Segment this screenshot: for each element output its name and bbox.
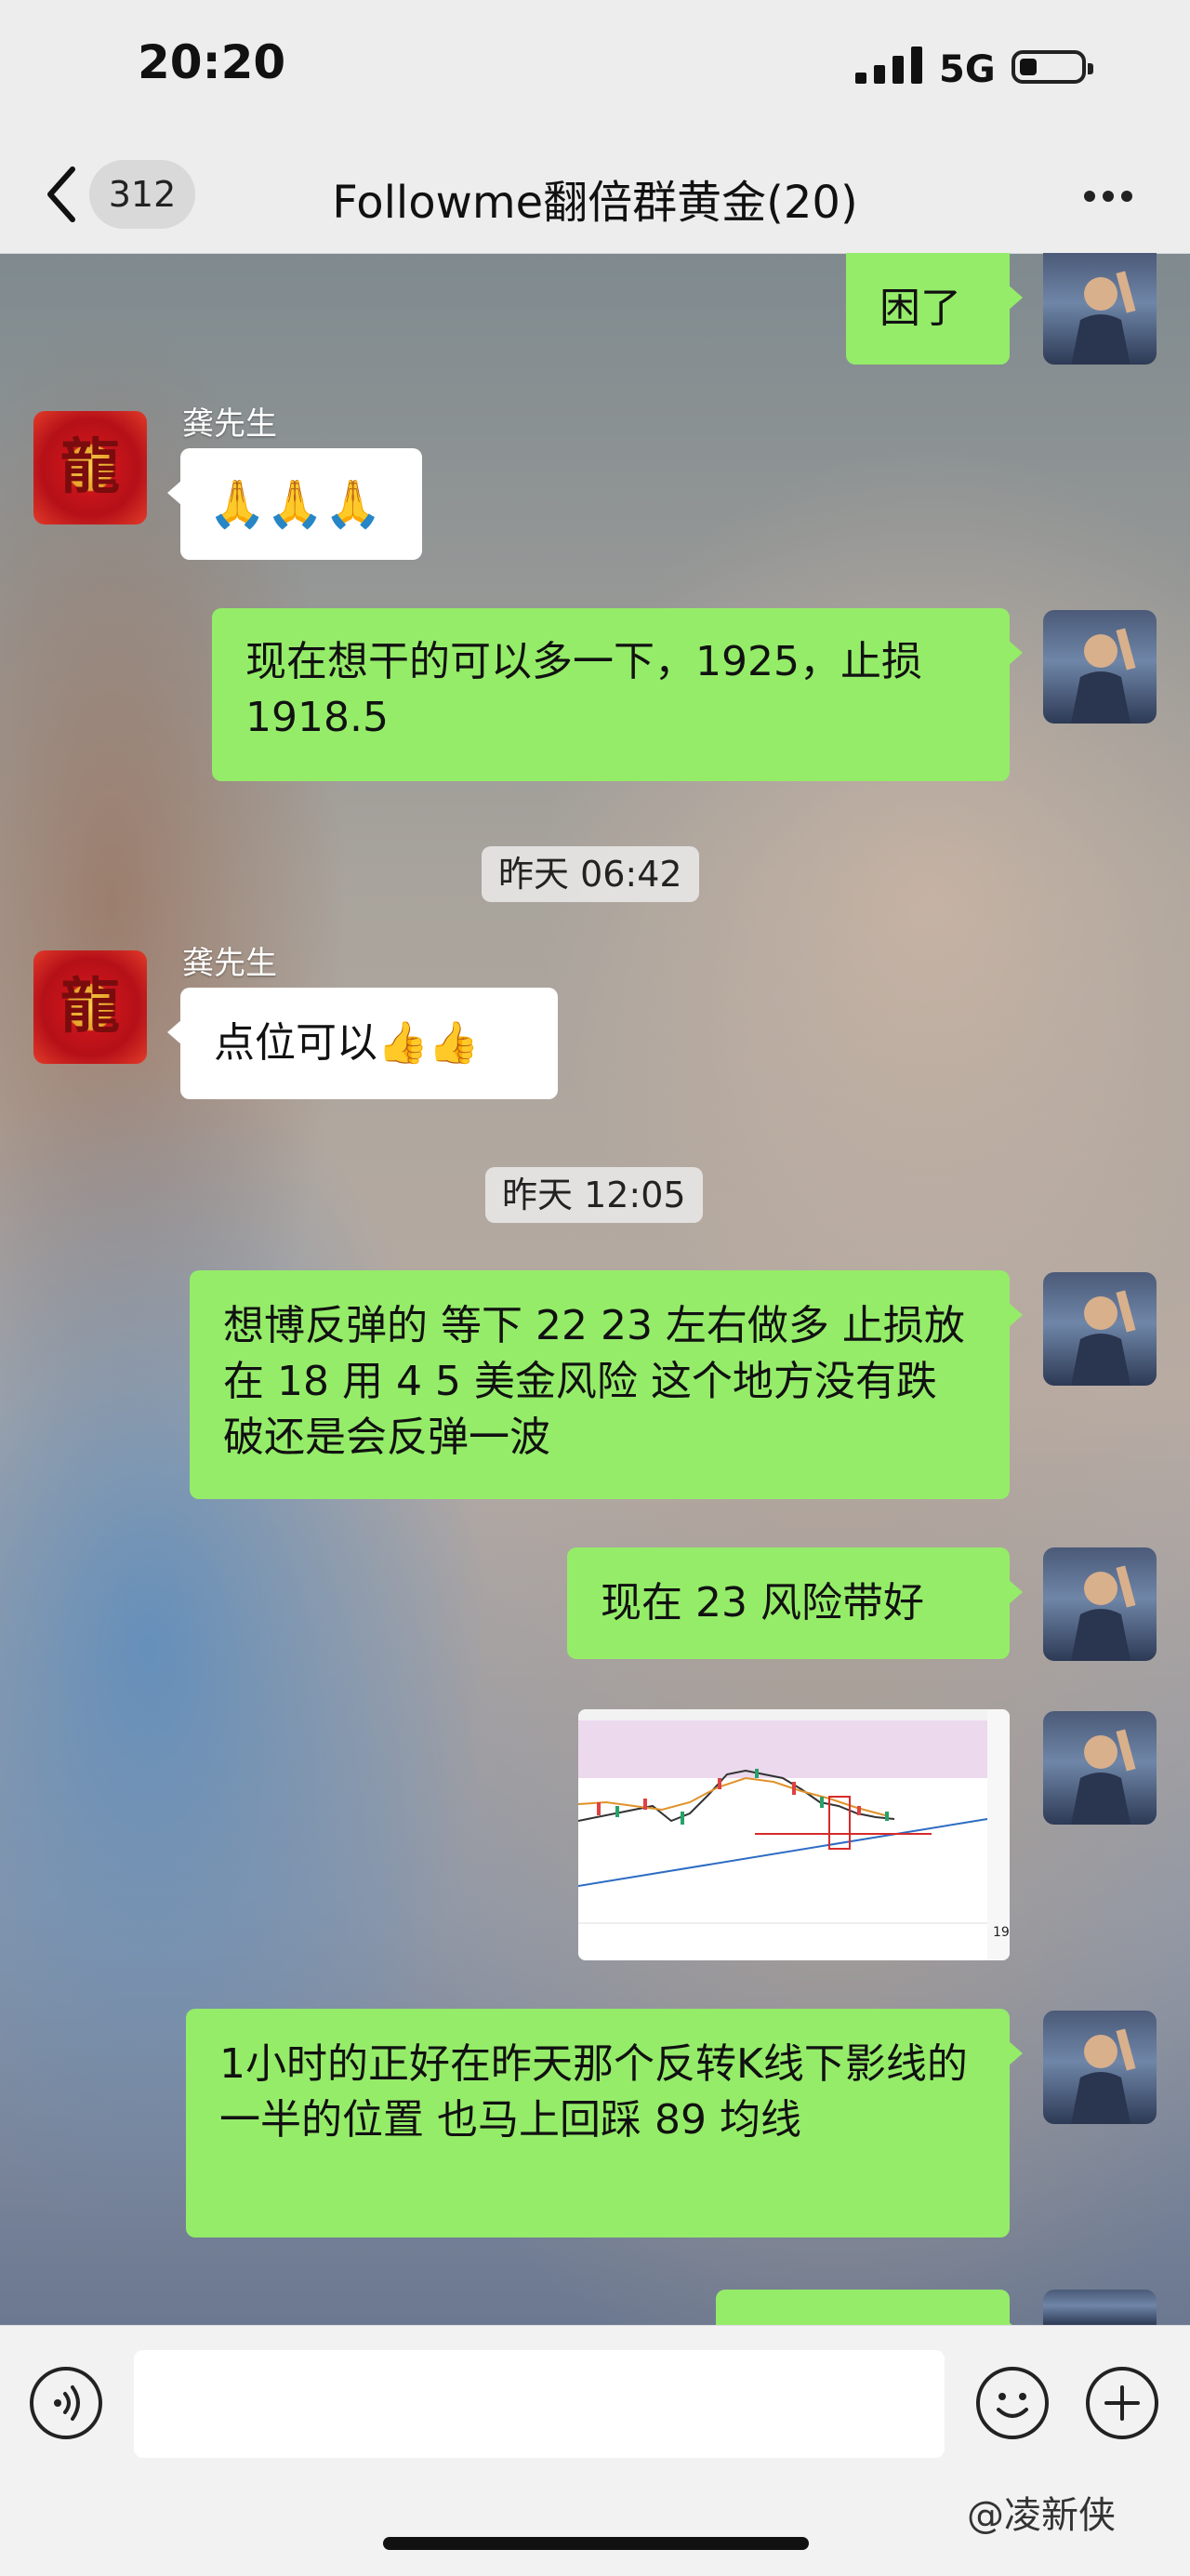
- sender-avatar[interactable]: 龍: [33, 950, 147, 1064]
- thumbs-up-icon: 👍: [428, 1019, 480, 1067]
- message-bubble-mine[interactable]: 现在想干的可以多一下，1925，止损 1918.5: [212, 608, 1023, 781]
- my-avatar[interactable]: [1043, 2011, 1157, 2124]
- message-bubble-mine[interactable]: 困了: [846, 253, 1023, 365]
- thumbs-up-icon: 👍: [377, 1019, 429, 1067]
- message-input[interactable]: [134, 2350, 945, 2458]
- voice-icon[interactable]: [30, 2367, 102, 2439]
- my-avatar[interactable]: [1043, 2290, 1157, 2325]
- network-type: 5G: [939, 48, 996, 91]
- message-text: 困了: [879, 285, 961, 332]
- timestamp: 昨天 12:05: [485, 1167, 703, 1223]
- my-avatar[interactable]: [1043, 610, 1157, 724]
- my-avatar[interactable]: [1043, 253, 1157, 365]
- chat-header: 312 Followme翻倍群黄金(20): [0, 139, 1190, 254]
- chat-title: Followme翻倍群黄金(20): [332, 177, 858, 229]
- message-bubble-other[interactable]: 🙏🙏🙏: [167, 448, 422, 560]
- home-indicator: [383, 2537, 809, 2550]
- message-bubble-mine[interactable]: 1小时的正好在昨天那个反转K线下影线的一半的位置 也马上回踩 89 均线: [186, 2009, 1023, 2237]
- plus-icon[interactable]: [1086, 2367, 1158, 2439]
- my-avatar[interactable]: [1043, 1272, 1157, 1386]
- svg-text:19: 19: [993, 1925, 1010, 1940]
- message-bubble-mine[interactable]: [716, 2290, 1023, 2347]
- status-time: 20:20: [138, 35, 286, 89]
- message-bubble-mine[interactable]: 现在 23 风险带好: [567, 1547, 1023, 1659]
- more-icon[interactable]: [1084, 188, 1140, 206]
- message-bubble-mine[interactable]: 想博反弹的 等下 22 23 左右做多 止损放在 18 用 4 5 美金风险 这…: [190, 1270, 1023, 1499]
- emoji-icon[interactable]: [976, 2367, 1049, 2439]
- battery-icon: [1012, 50, 1093, 84]
- signal-icon: [855, 46, 922, 84]
- sender-avatar[interactable]: 龍: [33, 411, 147, 524]
- image-message[interactable]: 19: [578, 1709, 1010, 1960]
- my-avatar[interactable]: [1043, 1547, 1157, 1661]
- message-text: 现在 23 风险带好: [601, 1579, 924, 1627]
- message-text: 现在想干的可以多一下，1925，止损 1918.5: [245, 638, 922, 741]
- message-text: 🙏🙏🙏: [208, 477, 382, 531]
- status-bar: 20:20 5G: [0, 0, 1190, 139]
- my-avatar[interactable]: [1043, 1711, 1157, 1825]
- timestamp: 昨天 06:42: [482, 846, 699, 902]
- message-text: 点位可以: [214, 1019, 377, 1067]
- sender-name: 龚先生: [182, 405, 277, 443]
- message-text: 1小时的正好在昨天那个反转K线下影线的一半的位置 也马上回踩 89 均线: [219, 2040, 968, 2144]
- watermark: @凌新侠: [967, 2494, 1116, 2537]
- message-bubble-other[interactable]: 点位可以👍👍: [167, 988, 558, 1099]
- sender-name: 龚先生: [182, 945, 277, 982]
- message-text: 想博反弹的 等下 22 23 左右做多 止损放在 18 用 4 5 美金风险 这…: [223, 1302, 965, 1461]
